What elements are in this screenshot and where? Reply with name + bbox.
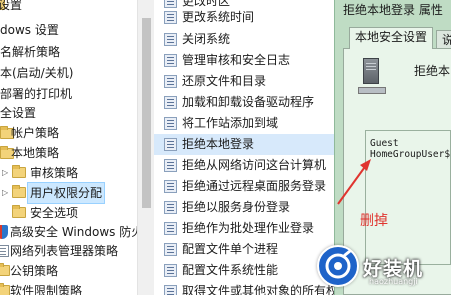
tree-item-label: dows 设置 (0, 23, 59, 37)
policy-label: 拒绝通过远程桌面服务登录 (182, 179, 327, 193)
policy-icon (164, 11, 177, 24)
policy-icon (164, 138, 177, 151)
policy-item-restore-files[interactable]: 还原文件和目录 (154, 71, 334, 92)
policy-label: 更改系统时间 (182, 10, 255, 24)
policy-icon (164, 180, 177, 193)
policy-item-deny-network-access[interactable]: 拒绝从网络访问这台计算机 (154, 155, 334, 176)
account-entry-homegroupuser[interactable]: HomeGroupUser$ (370, 149, 450, 160)
policy-label: 还原文件和目录 (182, 74, 267, 88)
policy-item-change-system-time[interactable]: 更改系统时间 (154, 7, 334, 28)
policy-label: 加载和卸载设备驱动程序 (182, 95, 315, 109)
watermark-subtext: haozhuangji (369, 277, 418, 286)
policy-label: 关闭系统 (182, 32, 231, 46)
policy-item-load-drivers[interactable]: 加载和卸载设备驱动程序 (154, 92, 334, 113)
policy-label: 管理审核和安全日志 (182, 53, 291, 67)
policy-icon (164, 285, 177, 295)
account-entry-guest[interactable]: Guest (370, 138, 450, 149)
list-icon (0, 245, 9, 257)
policy-icon (164, 243, 177, 256)
expand-icon[interactable]: ▷ (2, 169, 9, 177)
policy-icon (164, 264, 177, 277)
tree-item-label: 帐户策略 (11, 126, 60, 140)
policy-label: 配置文件单个进程 (182, 242, 279, 256)
tree-scrollbar[interactable] (137, 0, 154, 295)
folder-icon (0, 283, 10, 295)
policy-heading: 拒绝本 (414, 64, 451, 78)
policy-item-shut-down-system[interactable]: 关闭系统 (154, 29, 334, 50)
folder-icon (12, 205, 26, 218)
policy-item-add-workstations[interactable]: 将工作站添加到域 (154, 113, 334, 134)
watermark-logo-icon (317, 245, 359, 287)
policy-icon (164, 201, 177, 214)
policy-label: 将工作站添加到域 (182, 116, 279, 130)
policy-label: 配置文件系统性能 (182, 263, 279, 277)
folder-icon (12, 165, 26, 178)
tree-item-label: 用户权限分配 (26, 182, 106, 204)
policy-list: 更改时区 更改系统时间 关闭系统 管理审核和安全日志 还原文件和目录 加载和卸载… (154, 0, 334, 295)
scrollbar-thumb[interactable] (142, 18, 151, 208)
policy-label: 取得文件或其他对象的所有权 (182, 284, 334, 295)
tab-strip: 本地安全设置 说 (335, 27, 451, 49)
policy-icon (164, 75, 177, 88)
shield-icon (0, 225, 8, 239)
tree-item-label: 部署的打印机 (0, 87, 73, 101)
annotation-arrow-icon (337, 159, 371, 205)
policy-item-deny-service-logon[interactable]: 拒绝以服务身份登录 (154, 197, 334, 218)
policy-label: 拒绝作为批处理作业登录 (182, 221, 315, 235)
tree-item-label: 本(启动/关机) (0, 66, 74, 80)
tree-item-label: 本地策略 (11, 146, 60, 160)
tree-item-label: 名解析策略 (0, 45, 61, 59)
tree-item-label: 软件限制策略 (10, 284, 83, 295)
annotation-text: 删掉 (360, 213, 388, 229)
folder-icon (12, 185, 26, 198)
folder-icon (0, 263, 10, 276)
policy-label: 拒绝本地登录 (182, 137, 255, 151)
policy-icon (164, 96, 177, 109)
tree-item-label: 安全选项 (30, 206, 79, 220)
server-icon (358, 58, 386, 94)
policy-item-deny-batch-logon[interactable]: 拒绝作为批处理作业登录 (154, 218, 334, 239)
tab-explain[interactable]: 说 (436, 30, 451, 49)
policy-icon (164, 159, 177, 172)
policy-item-profile-single-process[interactable]: 配置文件单个进程 (154, 239, 334, 260)
expand-icon[interactable]: ▷ (2, 189, 9, 197)
policy-item-take-ownership[interactable]: 取得文件或其他对象的所有权 (154, 281, 334, 295)
console-tree: 设置 dows 设置 名解析策略 本(启动/关机) 部署的打印机 全设置 ▷ 帐… (0, 0, 137, 295)
policy-label: 拒绝从网络访问这台计算机 (182, 158, 327, 172)
policy-item-manage-audit-log[interactable]: 管理审核和安全日志 (154, 50, 334, 71)
tree-item-label: 高级安全 Windows 防火 (10, 225, 137, 239)
policy-item-deny-local-logon[interactable]: 拒绝本地登录 (154, 134, 334, 155)
tree-item-label: 审核策略 (30, 166, 79, 180)
policy-item-deny-rdp-logon[interactable]: 拒绝通过远程桌面服务登录 (154, 176, 334, 197)
tab-local-security-setting[interactable]: 本地安全设置 (349, 27, 434, 49)
policy-icon (164, 54, 177, 67)
tree-item-label: 网络列表管理器策略 (10, 244, 119, 258)
watermark: 好装机 haozhuangji (313, 243, 451, 295)
policy-label: 拒绝以服务身份登录 (182, 200, 291, 214)
policy-item-profile-system-performance[interactable]: 配置文件系统性能 (154, 260, 334, 281)
tree-item-label: 全设置 (0, 106, 37, 120)
policy-icon (164, 222, 177, 235)
tree-item-label: 设置 (0, 0, 23, 12)
dialog-title: 拒绝本地登录 属性 (343, 3, 443, 17)
policy-icon (164, 117, 177, 130)
policy-icon (164, 33, 177, 46)
tree-item-label: 公钥策略 (10, 264, 59, 278)
